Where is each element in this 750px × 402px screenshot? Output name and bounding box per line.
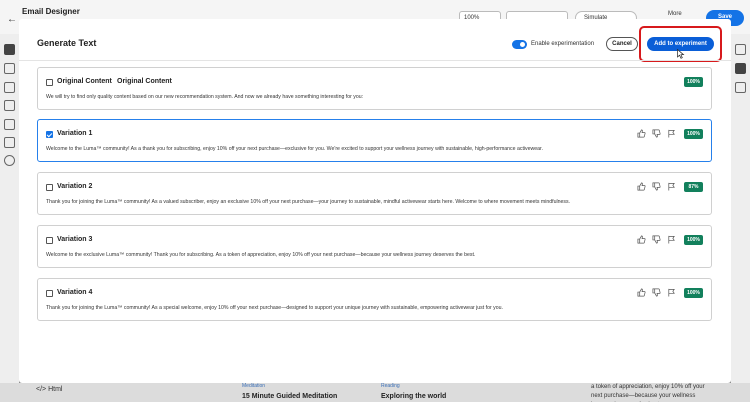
select-checkbox[interactable] [46,131,53,138]
info-icon[interactable] [4,155,15,166]
card-title: Exploring the world [381,393,447,400]
option-text: Thank you for joining the Luma™ communit… [46,199,571,205]
thumbs-up-icon[interactable] [637,288,646,297]
option-text: Welcome to the Luma™ community! As a tha… [46,146,543,152]
header-divider [19,60,731,61]
score-badge: 100% [684,129,703,139]
dialog-title: Generate Text [37,38,97,48]
experimentation-toggle[interactable] [512,40,527,49]
option-title: Variation 1 [57,130,93,137]
option-title: Original Content [57,78,112,85]
mouse-cursor-icon [677,49,685,59]
flag-icon[interactable] [667,288,676,297]
html-component-label[interactable]: </> Html [36,386,62,393]
content-option-variation-1[interactable]: Variation 1 Welcome to the Luma™ communi… [37,119,712,162]
layers-icon[interactable] [4,100,15,111]
content-option-variation-2[interactable]: Variation 2 Thank you for joining the Lu… [37,172,712,215]
flag-icon[interactable] [667,129,676,138]
structure-icon[interactable] [4,63,15,74]
link-icon[interactable] [4,119,15,130]
ai-assistant-icon[interactable] [735,63,746,74]
card-tag: Reading [381,383,400,389]
option-title: Variation 2 [57,183,93,190]
properties-icon[interactable] [735,44,746,55]
score-badge: 100% [684,235,703,245]
content-option-original[interactable]: Original Content Original Content We wil… [37,67,712,110]
score-badge: 100% [684,77,703,87]
option-text: We will try to find only quality content… [46,94,364,100]
thumbs-down-icon[interactable] [652,235,661,244]
fragments-icon[interactable] [4,137,15,148]
flag-icon[interactable] [667,235,676,244]
option-text: Welcome to the exclusive Luma™ community… [46,252,476,258]
more-button[interactable]: More [668,11,682,17]
left-rail [0,34,19,402]
thumbs-down-icon[interactable] [652,288,661,297]
preview-text: a token of appreciation, enjoy 10% off y… [591,384,705,399]
option-title: Variation 3 [57,236,93,243]
cancel-button[interactable]: Cancel [606,37,638,51]
select-checkbox[interactable] [46,184,53,191]
score-badge: 87% [684,182,703,192]
content-option-variation-3[interactable]: Variation 3 Welcome to the exclusive Lum… [37,225,712,268]
experimentation-toggle-label: Enable experimentation [531,41,595,47]
score-badge: 100% [684,288,703,298]
flag-icon[interactable] [667,182,676,191]
thumbs-up-icon[interactable] [637,235,646,244]
option-text: Thank you for joining the Luma™ communit… [46,305,503,311]
add-icon[interactable] [4,44,15,55]
thumbs-up-icon[interactable] [637,182,646,191]
thumbs-down-icon[interactable] [652,182,661,191]
option-subtitle: Original Content [117,78,172,85]
generate-text-dialog: Generate Text Enable experimentation Can… [19,19,731,383]
thumbs-down-icon[interactable] [652,129,661,138]
select-checkbox[interactable] [46,237,53,244]
select-checkbox[interactable] [46,79,53,86]
option-title: Variation 4 [57,289,93,296]
panel-icon[interactable] [735,82,746,93]
card-tag: Meditation [242,383,266,389]
select-checkbox[interactable] [46,290,53,297]
card-title: 15 Minute Guided Meditation [242,393,338,400]
content-option-variation-4[interactable]: Variation 4 Thank you for joining the Lu… [37,278,712,321]
back-arrow-icon[interactable]: ← [7,14,17,25]
right-rail [731,34,750,402]
thumbs-up-icon[interactable] [637,129,646,138]
assets-icon[interactable] [4,82,15,93]
app-title: Email Designer [22,7,80,16]
